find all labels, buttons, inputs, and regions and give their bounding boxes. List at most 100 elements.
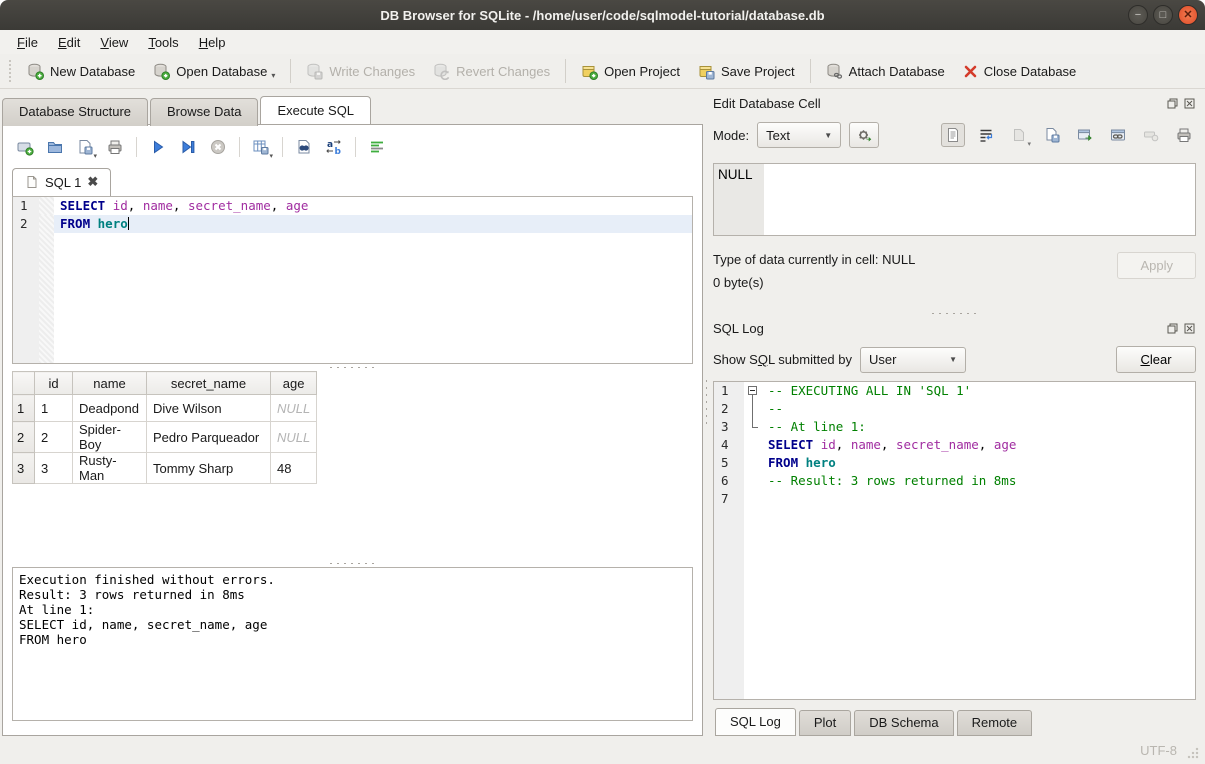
clear-log-button[interactable]: Clear bbox=[1116, 346, 1196, 373]
splitter-editor-results[interactable] bbox=[12, 364, 693, 371]
write-changes-button[interactable]: Write Changes bbox=[297, 59, 424, 84]
open-project-button[interactable]: Open Project bbox=[572, 59, 689, 84]
menu-file[interactable]: File bbox=[8, 32, 47, 53]
cell-secret-name[interactable]: Dive Wilson bbox=[147, 395, 271, 422]
titlebar[interactable]: DB Browser for SQLite - /home/user/code/… bbox=[0, 0, 1205, 30]
column-header-secret-name[interactable]: secret_name bbox=[147, 372, 271, 395]
cell-value-editor[interactable]: NULL bbox=[713, 163, 1196, 236]
line-number: 6 bbox=[714, 472, 744, 490]
log-filter-select[interactable]: User ▼ bbox=[860, 347, 966, 373]
tab-plot[interactable]: Plot bbox=[799, 710, 851, 736]
fold-margin bbox=[39, 197, 54, 215]
tab-remote[interactable]: Remote bbox=[957, 710, 1033, 736]
save-project-button[interactable]: Save Project bbox=[689, 59, 804, 84]
column-header-name[interactable]: name bbox=[73, 372, 147, 395]
minimize-button[interactable]: − bbox=[1128, 5, 1148, 25]
resize-grip-icon[interactable] bbox=[1187, 747, 1199, 759]
encoding-indicator[interactable]: UTF-8 bbox=[1140, 743, 1177, 758]
find-replace-button[interactable]: ab bbox=[321, 134, 347, 160]
maximize-button[interactable]: □ bbox=[1153, 5, 1173, 25]
open-in-external-button[interactable] bbox=[1073, 123, 1097, 147]
line-number: 2 bbox=[714, 400, 744, 418]
save-sql-file-button[interactable]: ▾ bbox=[72, 134, 98, 160]
stop-button[interactable] bbox=[205, 134, 231, 160]
open-sql-file-button[interactable] bbox=[42, 134, 68, 160]
format-sql-button[interactable] bbox=[364, 134, 390, 160]
row-header[interactable]: 1 bbox=[13, 395, 35, 422]
row-header[interactable]: 3 bbox=[13, 453, 35, 484]
table-row[interactable]: 3 3 Rusty-Man Tommy Sharp 48 bbox=[13, 453, 317, 484]
cell-name[interactable]: Rusty-Man bbox=[73, 453, 147, 484]
toolbar-grip[interactable] bbox=[7, 60, 15, 82]
cell-age[interactable]: NULL bbox=[271, 422, 317, 453]
chevron-down-icon[interactable]: ▾ bbox=[93, 152, 97, 160]
menu-tools[interactable]: Tools bbox=[139, 32, 187, 53]
menu-help[interactable]: Help bbox=[190, 32, 235, 53]
copy-link-button[interactable] bbox=[1106, 123, 1130, 147]
save-sql-file-icon bbox=[76, 138, 94, 156]
cell-secret-name[interactable]: Pedro Parqueador bbox=[147, 422, 271, 453]
menu-view[interactable]: View bbox=[91, 32, 137, 53]
splitter-left-right[interactable] bbox=[704, 89, 709, 736]
import-cell-data-button[interactable]: ▾ bbox=[1007, 123, 1031, 147]
export-cell-data-button[interactable] bbox=[1040, 123, 1064, 147]
float-dock-icon[interactable] bbox=[1165, 96, 1179, 110]
mode-select[interactable]: Text ▼ bbox=[757, 122, 841, 148]
table-row[interactable]: 1 1 Deadpond Dive Wilson NULL bbox=[13, 395, 317, 422]
float-dock-icon[interactable] bbox=[1165, 321, 1179, 335]
execute-all-button[interactable] bbox=[145, 134, 171, 160]
import-settings-button[interactable] bbox=[849, 122, 879, 148]
find-button[interactable] bbox=[291, 134, 317, 160]
sql-log-editor[interactable]: 1 -- EXECUTING ALL IN 'SQL 1' 2 -- 3 -- … bbox=[713, 381, 1196, 700]
splitter-cell-log[interactable] bbox=[713, 310, 1196, 317]
word-wrap-button[interactable] bbox=[974, 123, 998, 147]
sql-1-tab[interactable]: SQL 1 ✖ bbox=[12, 168, 111, 196]
close-database-button[interactable]: Close Database bbox=[954, 60, 1086, 83]
cell-id[interactable]: 2 bbox=[35, 422, 73, 453]
editor-empty-area[interactable] bbox=[13, 233, 692, 363]
splitter-results-messages[interactable] bbox=[12, 560, 693, 567]
apply-button[interactable]: Apply bbox=[1117, 252, 1196, 279]
close-dock-icon[interactable] bbox=[1182, 96, 1196, 110]
edit-cell-title: Edit Database Cell bbox=[713, 96, 1162, 111]
tab-sql-log[interactable]: SQL Log bbox=[715, 708, 796, 736]
cell-name[interactable]: Spider-Boy bbox=[73, 422, 147, 453]
cell-id[interactable]: 1 bbox=[35, 395, 73, 422]
menu-edit[interactable]: Edit bbox=[49, 32, 89, 53]
table-row[interactable]: 2 2 Spider-Boy Pedro Parqueador NULL bbox=[13, 422, 317, 453]
new-database-button[interactable]: New Database bbox=[18, 59, 144, 84]
fold-marker[interactable] bbox=[744, 382, 762, 400]
cell-name[interactable]: Deadpond bbox=[73, 395, 147, 422]
set-null-button[interactable] bbox=[1139, 123, 1163, 147]
column-header-id[interactable]: id bbox=[35, 372, 73, 395]
cell-secret-name[interactable]: Tommy Sharp bbox=[147, 453, 271, 484]
cell-id[interactable]: 3 bbox=[35, 453, 73, 484]
new-sql-tab-button[interactable] bbox=[12, 134, 38, 160]
attach-database-button[interactable]: Attach Database bbox=[817, 59, 954, 84]
print-cell-button[interactable] bbox=[1172, 123, 1196, 147]
close-dock-icon[interactable] bbox=[1182, 321, 1196, 335]
close-button[interactable]: ✕ bbox=[1178, 5, 1198, 25]
column-header-age[interactable]: age bbox=[271, 372, 317, 395]
export-results-button[interactable]: ▾ bbox=[248, 134, 274, 160]
cell-age[interactable]: NULL bbox=[271, 395, 317, 422]
chevron-down-icon[interactable]: ▾ bbox=[271, 71, 275, 80]
tab-execute-sql[interactable]: Execute SQL bbox=[260, 96, 371, 124]
print-sql-button[interactable] bbox=[102, 134, 128, 160]
revert-changes-button[interactable]: Revert Changes bbox=[424, 59, 559, 84]
corner-header[interactable] bbox=[13, 372, 35, 395]
execute-current-line-button[interactable] bbox=[175, 134, 201, 160]
tab-database-structure[interactable]: Database Structure bbox=[2, 98, 148, 126]
cell-edit-area[interactable] bbox=[764, 164, 1195, 235]
sql-editor[interactable]: 1 SELECT id, name, secret_name, age 2 FR… bbox=[12, 196, 693, 364]
cell-age[interactable]: 48 bbox=[271, 453, 317, 484]
row-header[interactable]: 2 bbox=[13, 422, 35, 453]
dock-tab-bar: SQL Log Plot DB Schema Remote bbox=[713, 709, 1196, 736]
tab-db-schema[interactable]: DB Schema bbox=[854, 710, 953, 736]
close-tab-icon[interactable]: ✖ bbox=[87, 174, 98, 190]
execution-message-box[interactable]: Execution finished without errors. Resul… bbox=[12, 567, 693, 721]
tab-browse-data[interactable]: Browse Data bbox=[150, 98, 258, 126]
chevron-down-icon[interactable]: ▾ bbox=[269, 152, 273, 160]
open-database-button[interactable]: Open Database ▾ bbox=[144, 59, 284, 84]
text-mode-button[interactable] bbox=[941, 123, 965, 147]
